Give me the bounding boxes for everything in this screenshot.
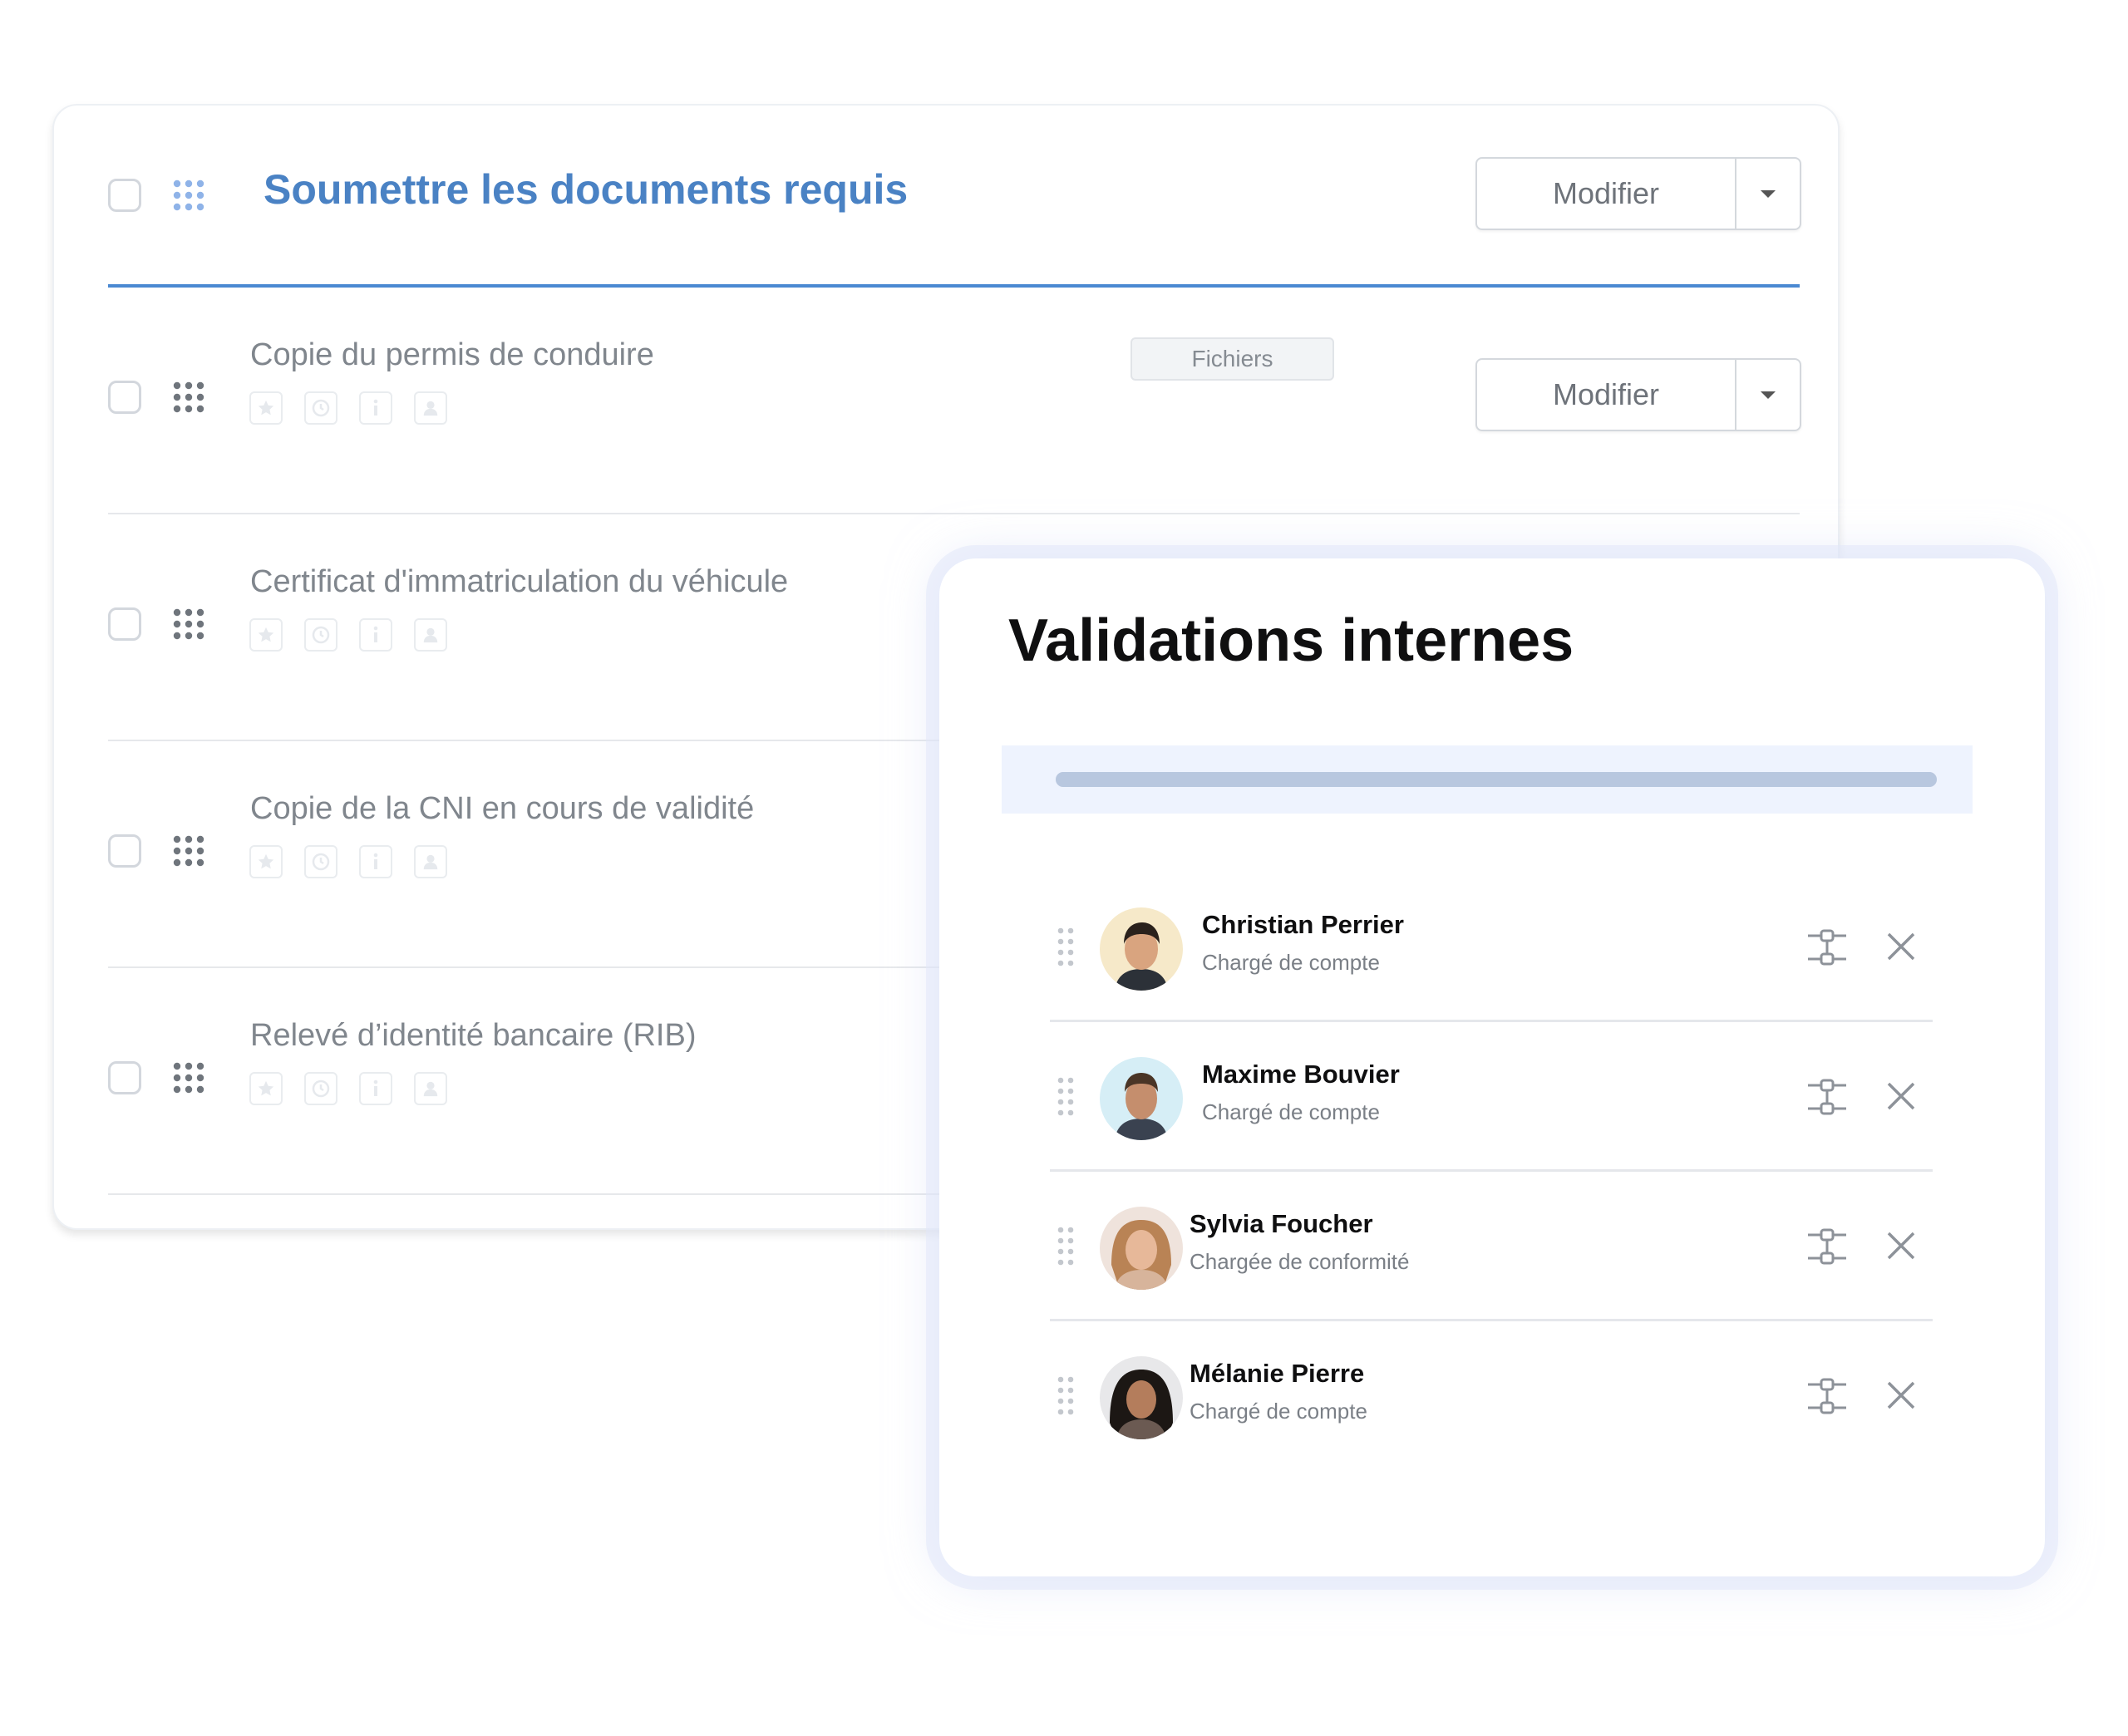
validator-row: Mélanie Pierre Chargé de compte (1050, 1321, 1933, 1471)
avatar (1100, 1057, 1183, 1140)
info-icon[interactable] (359, 618, 392, 652)
task-checkbox[interactable] (108, 381, 141, 414)
validator-role: Chargée de conformité (1190, 1249, 1410, 1274)
apps-grid-icon[interactable] (172, 381, 205, 414)
progress-bar (1056, 772, 1937, 787)
apps-grid-icon[interactable] (172, 834, 205, 868)
star-icon[interactable] (249, 845, 283, 878)
validator-name: Maxime Bouvier (1202, 1060, 1400, 1089)
task-checkbox[interactable] (108, 1061, 141, 1094)
task-row: Copie du permis de conduire Fichiers Mod… (54, 288, 1838, 514)
user-icon[interactable] (414, 391, 447, 425)
task-title[interactable]: Copie du permis de conduire (250, 337, 654, 373)
progress-fill (1056, 772, 1937, 787)
validator-name: Christian Perrier (1202, 910, 1404, 939)
modify-button[interactable]: Modifier (1477, 159, 1736, 229)
user-icon[interactable] (414, 1072, 447, 1105)
validator-name: Sylvia Foucher (1190, 1209, 1373, 1238)
section-checkbox[interactable] (108, 179, 141, 212)
chevron-down-icon (1761, 189, 1776, 198)
task-title[interactable]: Certificat d'immatriculation du véhicule (250, 564, 788, 600)
info-icon[interactable] (359, 391, 392, 425)
close-icon[interactable] (1885, 931, 1917, 966)
avatar (1100, 1356, 1183, 1439)
modify-button[interactable]: Modifier (1477, 360, 1736, 430)
workflow-icon[interactable] (1806, 1076, 1848, 1122)
dropdown-caret-button[interactable] (1736, 360, 1800, 430)
drag-handle-icon[interactable] (1057, 927, 1075, 972)
apps-grid-icon[interactable] (172, 607, 205, 641)
avatar (1100, 1207, 1183, 1290)
validator-row: Christian Perrier Chargé de compte (1050, 873, 1933, 1022)
validator-row: Maxime Bouvier Chargé de compte (1050, 1022, 1933, 1172)
avatar (1100, 907, 1183, 991)
user-icon[interactable] (414, 845, 447, 878)
section-title[interactable]: Soumettre les documents requis (264, 165, 908, 214)
validator-role: Chargé de compte (1202, 950, 1380, 975)
chevron-down-icon (1761, 391, 1776, 399)
validator-role: Chargé de compte (1202, 1099, 1380, 1124)
validator-name: Mélanie Pierre (1190, 1359, 1365, 1388)
task-checkbox[interactable] (108, 607, 141, 641)
modify-split-button[interactable]: Modifier (1475, 157, 1801, 230)
close-icon[interactable] (1885, 1230, 1917, 1266)
workflow-icon[interactable] (1806, 1375, 1848, 1421)
validations-title: Validations internes (1008, 607, 1574, 674)
star-icon[interactable] (249, 391, 283, 425)
info-icon[interactable] (359, 1072, 392, 1105)
star-icon[interactable] (249, 618, 283, 652)
info-icon[interactable] (359, 845, 392, 878)
progress-band (1002, 745, 1973, 814)
drag-handle-icon[interactable] (1057, 1226, 1075, 1271)
clock-icon[interactable] (304, 618, 337, 652)
star-icon[interactable] (249, 1072, 283, 1105)
drag-handle-icon[interactable] (1057, 1076, 1075, 1122)
apps-grid-icon[interactable] (172, 179, 205, 212)
task-title[interactable]: Relevé d’identité bancaire (RIB) (250, 1018, 697, 1054)
close-icon[interactable] (1885, 1379, 1917, 1415)
clock-icon[interactable] (304, 391, 337, 425)
close-icon[interactable] (1885, 1080, 1917, 1116)
user-icon[interactable] (414, 618, 447, 652)
workflow-icon[interactable] (1806, 1226, 1848, 1271)
clock-icon[interactable] (304, 845, 337, 878)
task-checkbox[interactable] (108, 834, 141, 868)
validator-row: Sylvia Foucher Chargée de conformité (1050, 1172, 1933, 1321)
drag-handle-icon[interactable] (1057, 1375, 1075, 1421)
section-header: Soumettre les documents requis Modifier (54, 106, 1838, 288)
modify-split-button[interactable]: Modifier (1475, 358, 1801, 431)
workflow-icon[interactable] (1806, 927, 1848, 972)
dropdown-caret-button[interactable] (1736, 159, 1800, 229)
files-badge[interactable]: Fichiers (1130, 337, 1334, 381)
internal-validations-card: Validations internes Christian Perrier C… (939, 558, 2045, 1576)
validator-role: Chargé de compte (1190, 1399, 1367, 1424)
task-title[interactable]: Copie de la CNI en cours de validité (250, 791, 754, 827)
apps-grid-icon[interactable] (172, 1061, 205, 1094)
clock-icon[interactable] (304, 1072, 337, 1105)
